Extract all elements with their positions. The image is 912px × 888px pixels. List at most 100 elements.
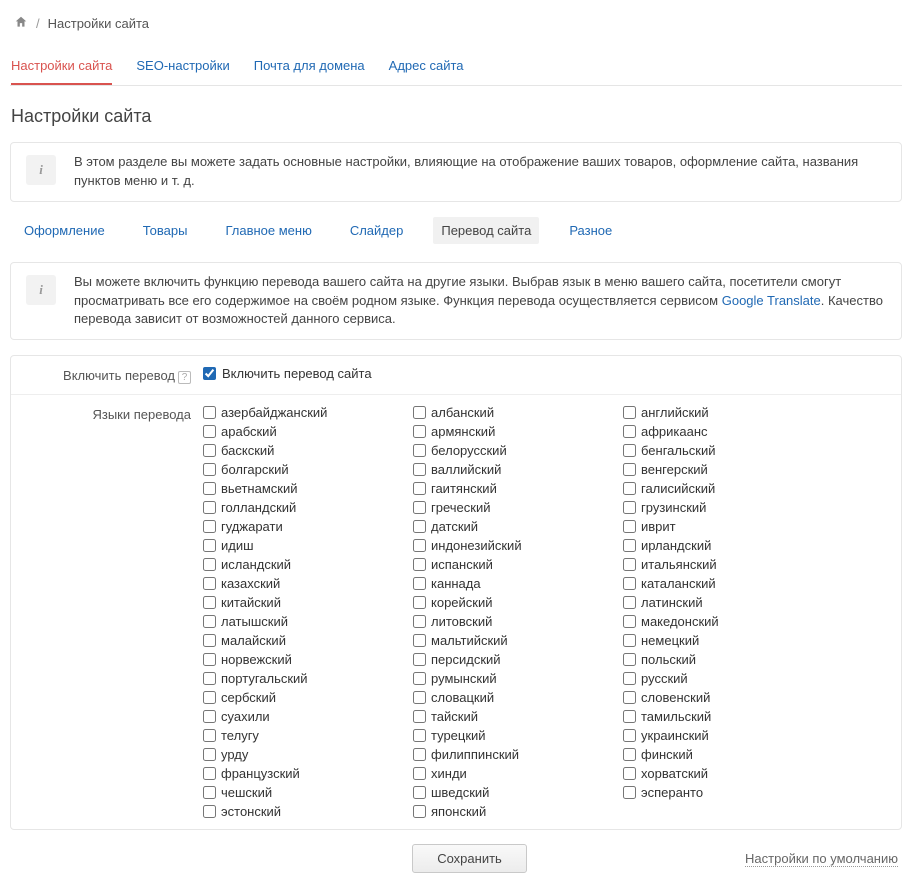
language-checkbox[interactable]	[203, 729, 216, 742]
sub-tab-3[interactable]: Слайдер	[342, 217, 412, 244]
language-item[interactable]: мальтийский	[413, 633, 613, 648]
language-checkbox[interactable]	[623, 425, 636, 438]
language-checkbox[interactable]	[203, 501, 216, 514]
language-checkbox[interactable]	[623, 539, 636, 552]
language-item[interactable]: русский	[623, 671, 823, 686]
language-item[interactable]: румынский	[413, 671, 613, 686]
language-item[interactable]: турецкий	[413, 728, 613, 743]
language-checkbox[interactable]	[623, 463, 636, 476]
language-item[interactable]: гаитянский	[413, 481, 613, 496]
language-item[interactable]: вьетнамский	[203, 481, 403, 496]
language-checkbox[interactable]	[203, 596, 216, 609]
language-checkbox[interactable]	[203, 634, 216, 647]
language-checkbox[interactable]	[203, 786, 216, 799]
language-checkbox[interactable]	[413, 729, 426, 742]
language-checkbox[interactable]	[203, 444, 216, 457]
home-icon[interactable]	[14, 15, 28, 32]
enable-translate-checkbox[interactable]	[203, 367, 216, 380]
language-checkbox[interactable]	[413, 710, 426, 723]
language-checkbox[interactable]	[203, 558, 216, 571]
language-checkbox[interactable]	[203, 691, 216, 704]
language-item[interactable]: баскский	[203, 443, 403, 458]
language-checkbox[interactable]	[203, 463, 216, 476]
language-checkbox[interactable]	[203, 520, 216, 533]
language-checkbox[interactable]	[203, 710, 216, 723]
sub-tab-5[interactable]: Разное	[561, 217, 620, 244]
language-checkbox[interactable]	[203, 767, 216, 780]
language-checkbox[interactable]	[623, 501, 636, 514]
language-item[interactable]: африкаанс	[623, 424, 823, 439]
sub-tab-0[interactable]: Оформление	[16, 217, 113, 244]
language-checkbox[interactable]	[623, 634, 636, 647]
language-checkbox[interactable]	[413, 767, 426, 780]
language-checkbox[interactable]	[203, 577, 216, 590]
language-checkbox[interactable]	[413, 615, 426, 628]
language-checkbox[interactable]	[623, 767, 636, 780]
language-item[interactable]: арабский	[203, 424, 403, 439]
language-checkbox[interactable]	[203, 425, 216, 438]
language-checkbox[interactable]	[203, 805, 216, 818]
language-item[interactable]: персидский	[413, 652, 613, 667]
language-item[interactable]: казахский	[203, 576, 403, 591]
language-item[interactable]: каталанский	[623, 576, 823, 591]
language-checkbox[interactable]	[413, 539, 426, 552]
language-checkbox[interactable]	[413, 558, 426, 571]
language-item[interactable]: латинский	[623, 595, 823, 610]
language-item[interactable]: гуджарати	[203, 519, 403, 534]
defaults-link[interactable]: Настройки по умолчанию	[745, 851, 898, 867]
language-item[interactable]: белорусский	[413, 443, 613, 458]
language-checkbox[interactable]	[623, 577, 636, 590]
language-item[interactable]: итальянский	[623, 557, 823, 572]
language-checkbox[interactable]	[623, 482, 636, 495]
language-item[interactable]: албанский	[413, 405, 613, 420]
language-item[interactable]: телугу	[203, 728, 403, 743]
language-item[interactable]: японский	[413, 804, 613, 819]
language-checkbox[interactable]	[413, 501, 426, 514]
language-item[interactable]: португальский	[203, 671, 403, 686]
language-item[interactable]: македонский	[623, 614, 823, 629]
main-tab-2[interactable]: Почта для домена	[254, 52, 365, 85]
language-item[interactable]: украинский	[623, 728, 823, 743]
language-item[interactable]: эсперанто	[623, 785, 823, 800]
language-checkbox[interactable]	[623, 520, 636, 533]
language-checkbox[interactable]	[623, 691, 636, 704]
language-checkbox[interactable]	[623, 406, 636, 419]
language-item[interactable]: финский	[623, 747, 823, 762]
language-item[interactable]: английский	[623, 405, 823, 420]
language-item[interactable]: урду	[203, 747, 403, 762]
language-item[interactable]: испанский	[413, 557, 613, 572]
language-item[interactable]: литовский	[413, 614, 613, 629]
language-item[interactable]: филиппинский	[413, 747, 613, 762]
language-checkbox[interactable]	[413, 672, 426, 685]
google-translate-link[interactable]: Google Translate	[722, 293, 821, 308]
sub-tab-1[interactable]: Товары	[135, 217, 196, 244]
language-item[interactable]: чешский	[203, 785, 403, 800]
language-checkbox[interactable]	[413, 748, 426, 761]
language-item[interactable]: болгарский	[203, 462, 403, 477]
sub-tab-4[interactable]: Перевод сайта	[433, 217, 539, 244]
language-checkbox[interactable]	[413, 425, 426, 438]
language-item[interactable]: армянский	[413, 424, 613, 439]
enable-translate-checkbox-wrap[interactable]: Включить перевод сайта	[203, 366, 889, 381]
language-item[interactable]: немецкий	[623, 633, 823, 648]
language-item[interactable]: французский	[203, 766, 403, 781]
language-item[interactable]: азербайджанский	[203, 405, 403, 420]
language-checkbox[interactable]	[623, 672, 636, 685]
language-item[interactable]: польский	[623, 652, 823, 667]
language-item[interactable]: датский	[413, 519, 613, 534]
language-item[interactable]: суахили	[203, 709, 403, 724]
language-checkbox[interactable]	[623, 444, 636, 457]
language-checkbox[interactable]	[623, 786, 636, 799]
language-item[interactable]: венгерский	[623, 462, 823, 477]
language-item[interactable]: сербский	[203, 690, 403, 705]
language-item[interactable]: греческий	[413, 500, 613, 515]
language-checkbox[interactable]	[413, 520, 426, 533]
language-item[interactable]: индонезийский	[413, 538, 613, 553]
language-item[interactable]: иврит	[623, 519, 823, 534]
language-checkbox[interactable]	[413, 653, 426, 666]
language-checkbox[interactable]	[623, 710, 636, 723]
language-checkbox[interactable]	[203, 482, 216, 495]
language-checkbox[interactable]	[203, 748, 216, 761]
save-button[interactable]: Сохранить	[412, 844, 527, 873]
language-item[interactable]: малайский	[203, 633, 403, 648]
